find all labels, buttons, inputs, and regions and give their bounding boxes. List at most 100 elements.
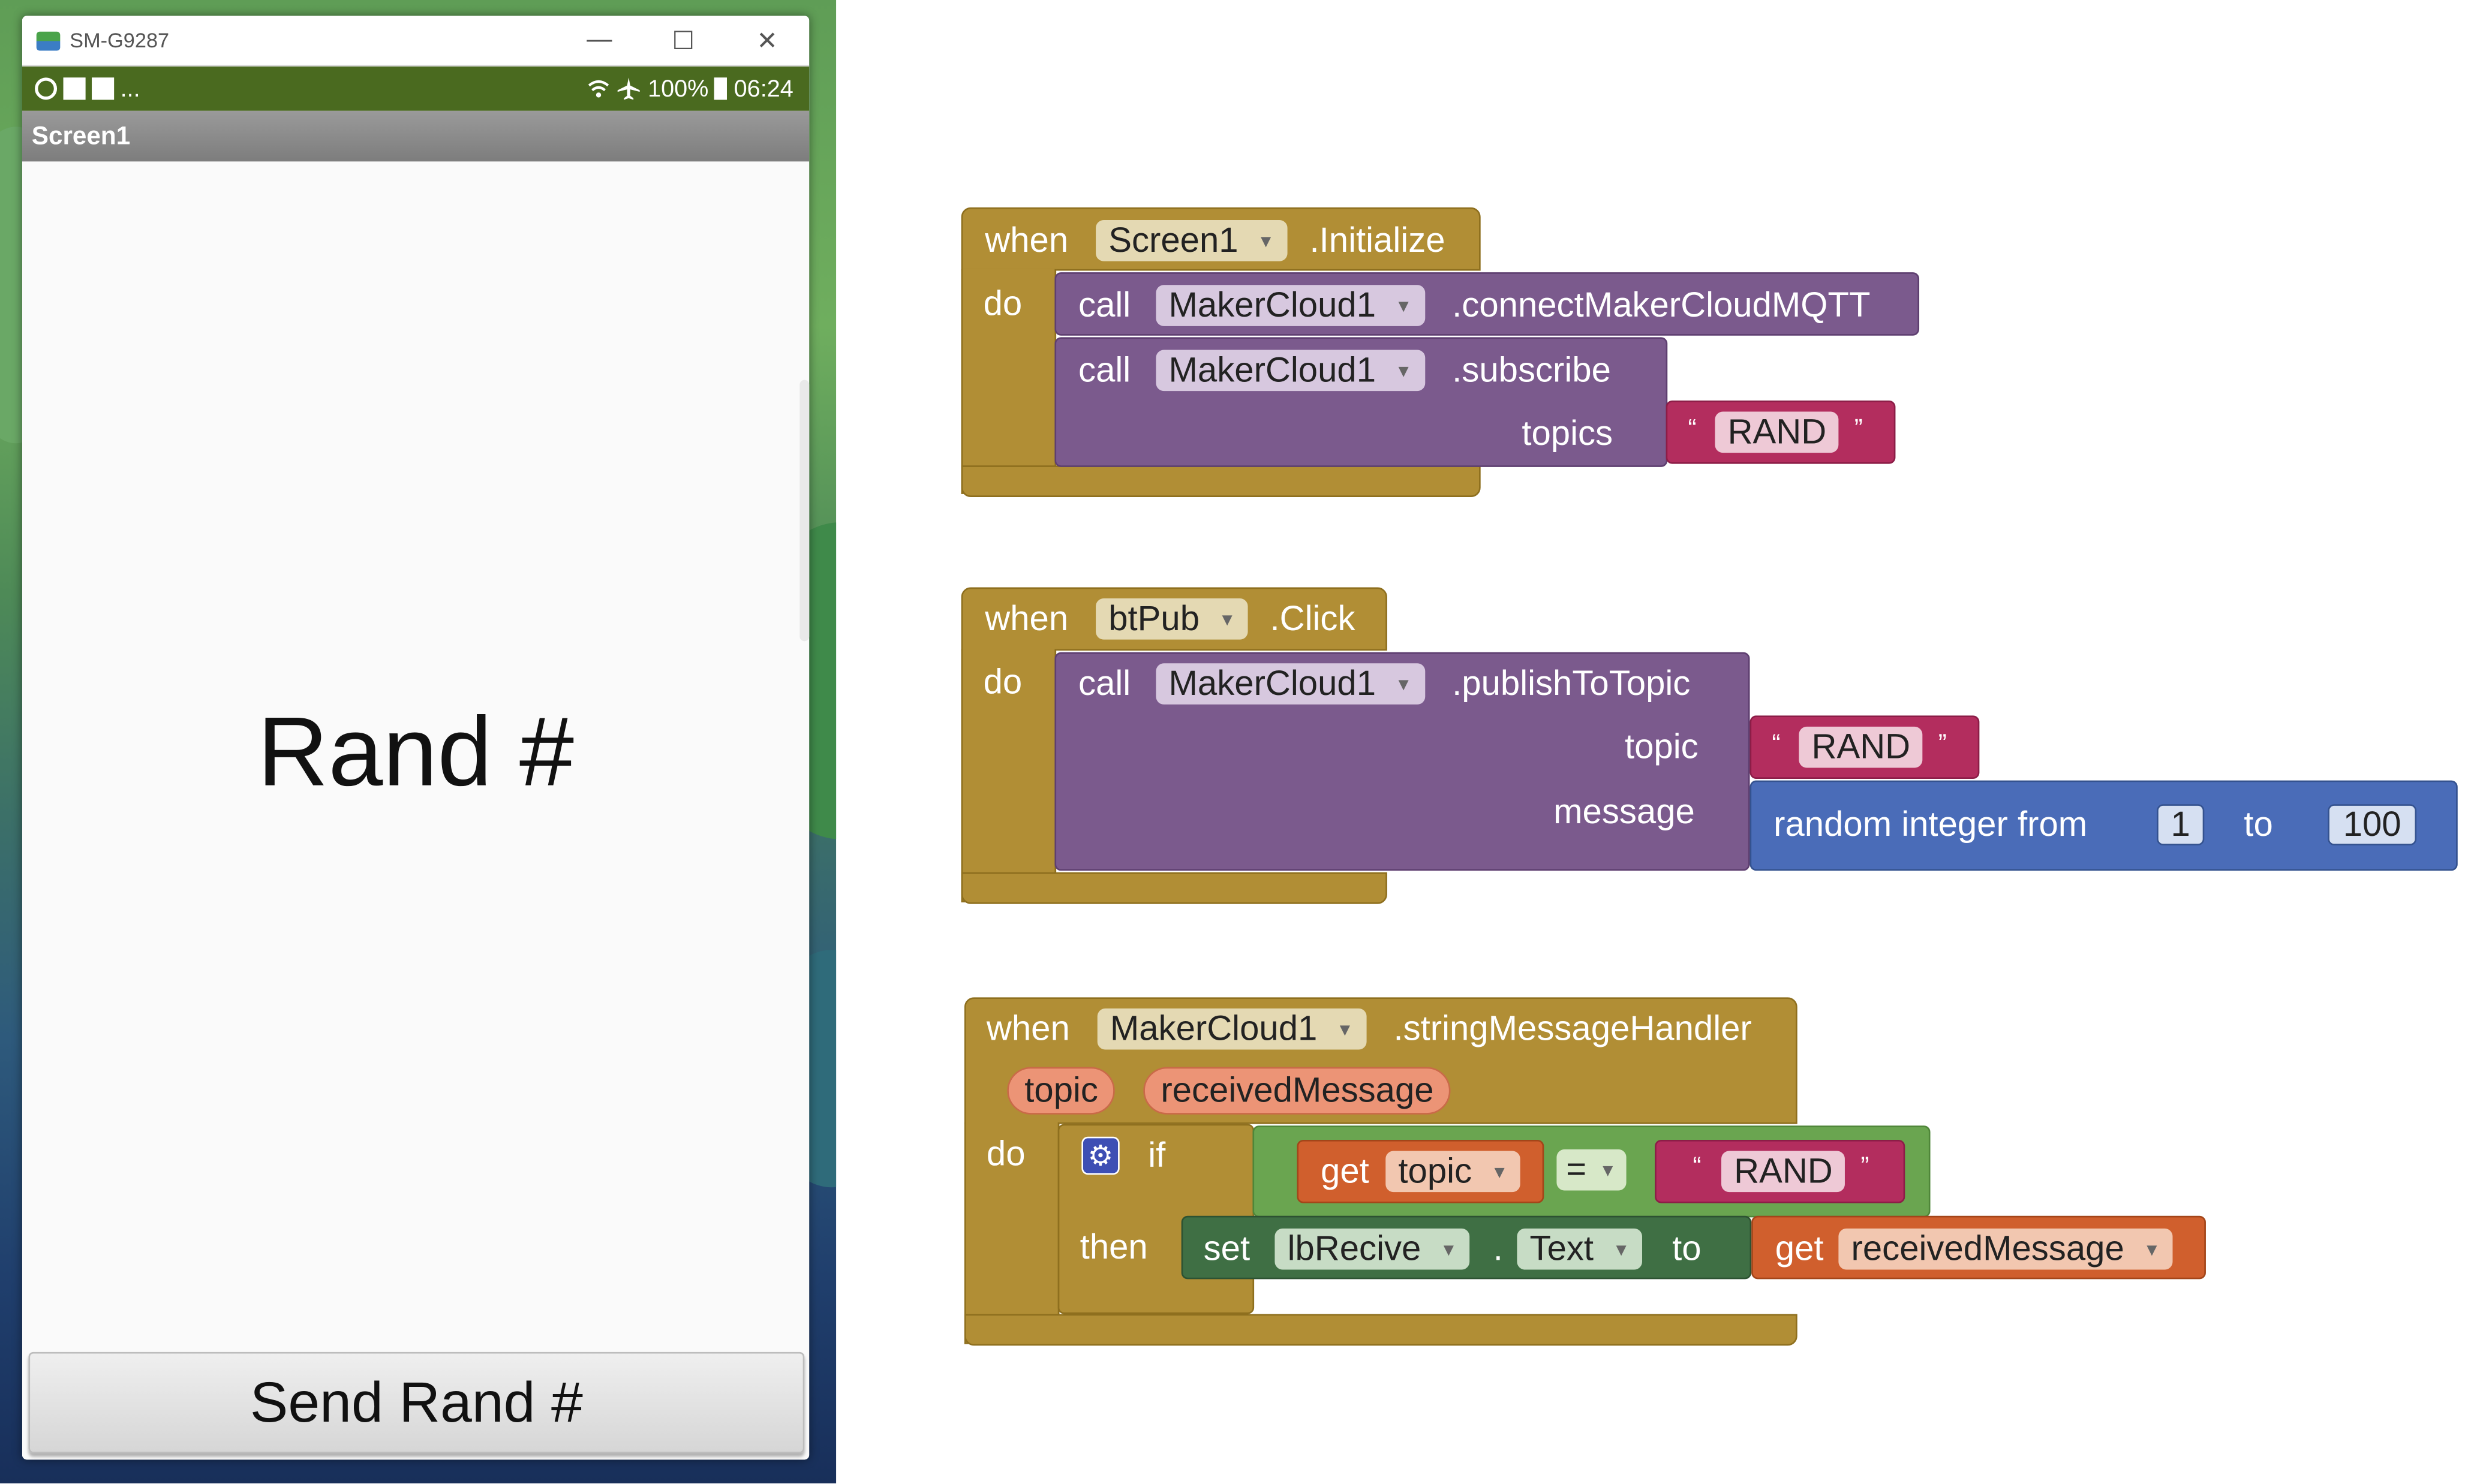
desktop-background: SM-G9287 — ☐ ✕ ... 100% 06:24 Screen1 Ra… <box>0 0 837 1483</box>
variable-dropdown[interactable]: topic ▼ <box>1385 1151 1521 1193</box>
call-keyword: call <box>1078 350 1131 390</box>
rand-label: Rand # <box>257 698 575 808</box>
maximize-button[interactable]: ☐ <box>641 16 725 65</box>
when-keyword: when <box>986 1008 1070 1048</box>
random-label: random integer from <box>1773 804 2088 844</box>
when-keyword: when <box>985 598 1069 639</box>
event-footer <box>964 1314 1797 1346</box>
component-name: Screen1 <box>1108 220 1239 260</box>
param-received-message[interactable]: receivedMessage <box>1143 1067 1451 1115</box>
notification-icon <box>63 77 86 100</box>
to-keyword: to <box>2244 804 2273 844</box>
screen-title: Screen1 <box>31 122 131 150</box>
app-screen: Rand # Send Rand # <box>22 161 810 1460</box>
emulator-window: SM-G9287 — ☐ ✕ ... 100% 06:24 Screen1 Ra… <box>22 16 810 1460</box>
gear-icon[interactable]: ⚙ <box>1081 1136 1120 1175</box>
call-keyword: call <box>1078 285 1131 325</box>
quote-open: “ <box>1688 416 1697 444</box>
method-name: .connectMakerCloudMQTT <box>1452 285 1871 325</box>
component-name: lbRecive <box>1287 1228 1421 1268</box>
quote-close: ” <box>1938 731 1947 758</box>
component-name: MakerCloud1 <box>1110 1008 1318 1048</box>
text-field[interactable]: RAND <box>1715 411 1839 453</box>
param-label: message <box>1553 791 1695 832</box>
window-title: SM-G9287 <box>70 28 170 53</box>
set-keyword: set <box>1203 1228 1250 1268</box>
event-footer <box>961 872 1387 904</box>
do-keyword: do <box>983 283 1023 323</box>
variable-name: receivedMessage <box>1851 1228 2124 1268</box>
dropdown-arrow-icon: ▼ <box>1257 233 1275 252</box>
quote-open: “ <box>1772 731 1781 758</box>
component-name: MakerCloud1 <box>1168 350 1376 390</box>
component-dropdown[interactable]: MakerCloud1 ▼ <box>1156 350 1425 392</box>
do-keyword: do <box>983 661 1023 702</box>
component-dropdown[interactable]: MakerCloud1 ▼ <box>1156 285 1425 326</box>
quote-close: ” <box>1860 1154 1869 1181</box>
dropdown-arrow-icon: ▼ <box>1612 1241 1630 1260</box>
dropdown-arrow-icon: ▼ <box>1394 676 1412 696</box>
component-name: MakerCloud1 <box>1168 663 1376 703</box>
component-dropdown[interactable]: btPub ▼ <box>1096 598 1249 640</box>
dropdown-arrow-icon: ▼ <box>1440 1241 1457 1260</box>
dropdown-arrow-icon: ▼ <box>1218 611 1236 630</box>
notification-icon <box>92 77 115 100</box>
dropdown-arrow-icon: ▼ <box>1394 297 1412 317</box>
dropdown-arrow-icon: ▼ <box>1599 1161 1617 1181</box>
method-name: .publishToTopic <box>1452 663 1691 703</box>
quote-close: ” <box>1854 416 1863 444</box>
text-field[interactable]: RAND <box>1721 1151 1845 1193</box>
event-name: .Click <box>1270 598 1355 639</box>
then-keyword: then <box>1080 1227 1148 1267</box>
wifi-icon <box>588 80 609 98</box>
clock: 06:24 <box>734 75 793 103</box>
property-dropdown[interactable]: Text ▼ <box>1517 1228 1643 1270</box>
component-dropdown[interactable]: lbRecive ▼ <box>1274 1228 1470 1270</box>
operator-dropdown[interactable]: = ▼ <box>1556 1149 1626 1191</box>
quote-open: “ <box>1693 1154 1702 1181</box>
window-resize-handle[interactable] <box>799 380 810 642</box>
component-dropdown[interactable]: MakerCloud1 ▼ <box>1156 663 1425 705</box>
component-name: btPub <box>1108 598 1200 639</box>
param-label: topics <box>1522 413 1613 453</box>
if-keyword: if <box>1148 1135 1166 1175</box>
param-topic[interactable]: topic <box>1007 1067 1116 1115</box>
close-button[interactable]: ✕ <box>725 16 809 65</box>
component-dropdown[interactable]: MakerCloud1 ▼ <box>1097 1008 1366 1050</box>
operator: = <box>1566 1149 1587 1189</box>
property-name: Text <box>1529 1228 1594 1268</box>
dropdown-arrow-icon: ▼ <box>1336 1021 1354 1040</box>
sync-icon <box>35 77 58 100</box>
random-from-field[interactable]: 1 <box>2157 804 2205 845</box>
do-keyword: do <box>986 1133 1026 1173</box>
variable-dropdown[interactable]: receivedMessage ▼ <box>1838 1228 2174 1270</box>
battery-percent: 100% <box>648 75 709 103</box>
window-titlebar[interactable]: SM-G9287 — ☐ ✕ <box>22 16 810 67</box>
more-notifications: ... <box>120 75 140 103</box>
android-app-icon <box>36 31 61 50</box>
minimize-button[interactable]: — <box>557 16 641 65</box>
event-name: .stringMessageHandler <box>1393 1008 1752 1048</box>
event-footer <box>961 465 1481 498</box>
when-keyword: when <box>985 220 1069 260</box>
dropdown-arrow-icon: ▼ <box>1394 362 1412 382</box>
airplane-icon <box>617 77 640 100</box>
param-label: topic <box>1624 726 1699 766</box>
send-rand-button[interactable]: Send Rand # <box>28 1351 805 1453</box>
event-name: .Initialize <box>1309 220 1445 260</box>
random-to-field[interactable]: 100 <box>2328 804 2417 845</box>
get-keyword: get <box>1775 1228 1824 1268</box>
get-keyword: get <box>1321 1151 1369 1191</box>
variable-name: topic <box>1398 1151 1472 1191</box>
battery-icon <box>714 77 728 100</box>
screen-title-bar: Screen1 <box>22 110 810 163</box>
text-field[interactable]: RAND <box>1799 726 1923 768</box>
component-dropdown[interactable]: Screen1 ▼ <box>1096 220 1288 261</box>
to-keyword: to <box>1672 1228 1702 1268</box>
android-status-bar: ... 100% 06:24 <box>22 66 810 111</box>
method-name: .subscribe <box>1452 350 1611 390</box>
component-name: MakerCloud1 <box>1168 285 1376 325</box>
dropdown-arrow-icon: ▼ <box>2143 1241 2161 1260</box>
call-keyword: call <box>1078 663 1131 703</box>
dropdown-arrow-icon: ▼ <box>1490 1163 1508 1183</box>
